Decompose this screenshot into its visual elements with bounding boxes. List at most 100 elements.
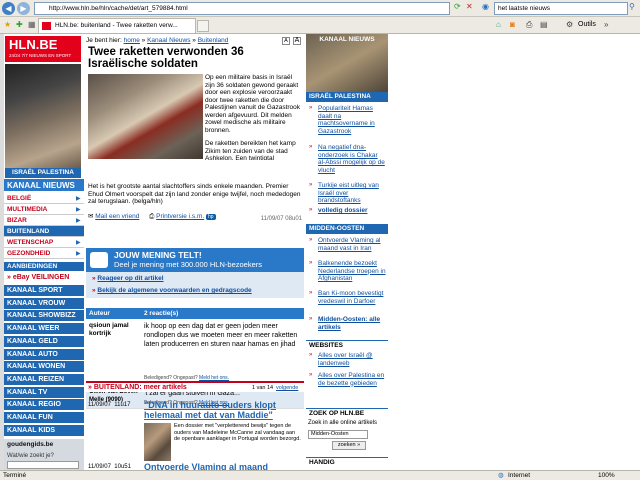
- tab-active[interactable]: HLN.be: buitenland - Twee raketten verw.…: [38, 18, 196, 33]
- zoek-select[interactable]: Midden-Oosten: [308, 430, 368, 439]
- article-para1: Op een militaire basis in Israël zijn 36…: [205, 74, 301, 134]
- mo-link-2[interactable]: Balkenende bezoekt Nederlandse troepen i…: [318, 260, 386, 283]
- item1-title[interactable]: "DNA in huurauto ouders klopt helemaal m…: [144, 400, 302, 420]
- mail-link[interactable]: Mail een vriend: [95, 213, 139, 220]
- breadcrumb-home[interactable]: home: [124, 37, 140, 44]
- font-smaller-button[interactable]: A: [282, 37, 290, 45]
- web-link-2[interactable]: Alles over Palestina en de bezette gebie…: [318, 372, 386, 387]
- chevron-right-icon[interactable]: »: [604, 20, 608, 30]
- section-2[interactable]: BIZAR: [4, 215, 84, 226]
- tab-list-icon[interactable]: ▦: [28, 20, 36, 30]
- web-link-1[interactable]: Alles over Israël @ landenweb: [318, 352, 386, 367]
- wat-label: Wat/wie zoekt je?: [7, 453, 54, 459]
- browser-window: ◀ ▶ http://www.hln.be/hln/cache/det/art_…: [0, 0, 640, 480]
- terms-link[interactable]: » Bekijk de algemene voorwaarden en gedr…: [92, 287, 252, 294]
- section-1[interactable]: MULTIMEDIA: [4, 204, 84, 215]
- item1-photo[interactable]: [144, 423, 171, 461]
- terms-link-text[interactable]: Bekijk de algemene voorwaarden en gedrag…: [97, 287, 251, 294]
- section-4[interactable]: WETENSCHAP: [4, 237, 84, 248]
- print-link[interactable]: Printversie i.s.m.: [156, 213, 204, 220]
- opinion-title: JOUW MENING TELT!: [114, 250, 202, 260]
- kanaal-11[interactable]: KANAAL KIDS: [4, 424, 84, 437]
- hp-logo: hp: [206, 214, 216, 220]
- kanaal-4[interactable]: KANAAL GELD: [4, 335, 84, 348]
- israel-header: ISRAËL PALESTINA: [306, 92, 388, 102]
- status-text: Terminé: [3, 472, 27, 479]
- back-icon[interactable]: ◀: [2, 2, 15, 15]
- tools-icon[interactable]: ⚙: [566, 20, 573, 30]
- favorites-star-icon[interactable]: ★: [4, 20, 11, 30]
- zoek-button[interactable]: zoeken »: [332, 441, 366, 450]
- mo-all-link[interactable]: Midden-Oosten: alle artikels: [318, 316, 386, 331]
- url-field[interactable]: http://www.hln.be/hln/cache/det/art_5798…: [34, 2, 450, 15]
- forward-icon[interactable]: ▶: [17, 2, 30, 15]
- breadcrumb-buitenland[interactable]: Buitenland: [198, 37, 229, 44]
- article-date: 11/09/07 08u01: [260, 216, 302, 222]
- section-5[interactable]: GEZONDHEID: [4, 248, 84, 259]
- next-link[interactable]: volgende: [276, 385, 298, 391]
- print-icon[interactable]: ⎙: [526, 20, 532, 30]
- kanaal-5[interactable]: KANAAL AUTO: [4, 348, 84, 361]
- kanaal-nieuws-nav[interactable]: KANAAL NIEUWS: [4, 179, 84, 192]
- right-column: KANAAL NIEUWS ISRAËL PALESTINA » Popular…: [306, 34, 388, 470]
- opinion-subtitle: Deel je mening met 300.000 HLN-bezoekers: [114, 260, 262, 269]
- goudengids-logo[interactable]: goudengids.be: [7, 441, 53, 448]
- opinion-box: JOUW MENING TELT! Deel je mening met 300…: [86, 248, 304, 298]
- item1-date-text: 11/09/07: [88, 402, 111, 408]
- refresh-icon[interactable]: ⟳: [454, 2, 461, 12]
- ebay-link[interactable]: » eBay VEILINGEN: [4, 272, 84, 284]
- photo-caption[interactable]: ISRAËL PALESTINA: [5, 168, 81, 178]
- hln-logo[interactable]: HLN.BE 24/24 7/7 NIEUWS EN SPORT: [5, 36, 81, 62]
- search-icon[interactable]: ⚲: [629, 2, 635, 12]
- israel-link-1[interactable]: Populariteit Hamas daalt na machtsoverna…: [318, 105, 386, 135]
- left-navigation: HLN.BE 24/24 7/7 NIEUWS EN SPORT ISRAËL …: [4, 34, 84, 470]
- kanaal-3[interactable]: KANAAL WEER: [4, 323, 84, 336]
- more-articles-bar: » BUITENLAND: meer artikels 1 van 14 vol…: [86, 381, 304, 392]
- bullet-icon: »: [309, 144, 313, 150]
- section-3[interactable]: BUITENLAND: [4, 226, 84, 237]
- breadcrumb-kanaal[interactable]: Kanaal Nieuws: [147, 37, 190, 44]
- kanaal-10[interactable]: KANAAL FUN: [4, 412, 84, 424]
- mo-link-1[interactable]: Ontvoerde Vlaming al maand vast in Iran: [318, 237, 386, 252]
- kanaal-6[interactable]: KANAAL WONEN: [4, 361, 84, 374]
- comments-header: Auteur 2 reactie(s): [86, 308, 304, 319]
- article-photo: [88, 74, 203, 159]
- israel-palestina-photo[interactable]: [5, 64, 81, 168]
- zoom-text[interactable]: 100%: [598, 471, 615, 480]
- bullet-icon: »: [309, 182, 313, 188]
- right-kanaal-nieuws[interactable]: KANAAL NIEUWS: [306, 36, 388, 43]
- tools-menu[interactable]: Outils: [578, 20, 596, 30]
- add-favorites-icon[interactable]: ✚: [16, 20, 23, 30]
- kanaal-0[interactable]: KANAAL SPORT: [4, 285, 84, 297]
- israel-dossier-link[interactable]: volledig dossier: [318, 207, 386, 215]
- kanaal-2[interactable]: KANAAL SHOWBIZZ: [4, 310, 84, 323]
- col-count: 2 reactie(s): [144, 310, 179, 317]
- home-icon[interactable]: ⌂: [496, 20, 501, 30]
- more-articles-header[interactable]: » BUITENLAND: meer artikels: [88, 384, 187, 391]
- react-link-text[interactable]: Reageer op dit artikel: [97, 275, 163, 282]
- kanaal-9[interactable]: KANAAL REGIO: [4, 399, 84, 412]
- page-icon[interactable]: ▤: [540, 20, 548, 30]
- israel-link-2[interactable]: Na negatief dna-onderzoek is Chakar al-A…: [318, 144, 386, 174]
- stop-icon[interactable]: ✕: [466, 2, 473, 12]
- mo-header: MIDDEN-OOSTEN: [306, 224, 388, 234]
- font-larger-button[interactable]: A: [293, 37, 301, 45]
- kanaal-1[interactable]: KANAAL VROUW: [4, 297, 84, 310]
- aanbiedingen-header: AANBIEDINGEN: [4, 262, 84, 272]
- new-tab-button[interactable]: [197, 20, 209, 32]
- bullet-icon: »: [309, 237, 313, 243]
- section-0[interactable]: BELGIË: [4, 193, 84, 204]
- kanaal-7[interactable]: KANAAL REIZEN: [4, 373, 84, 386]
- feeds-icon[interactable]: ◙: [510, 20, 515, 30]
- article-column: Je bent hier: home » Kanaal Nieuws » Bui…: [86, 34, 304, 472]
- wat-input[interactable]: [7, 461, 79, 469]
- react-link[interactable]: » Reageer op dit artikel: [92, 275, 164, 282]
- kanaal-8[interactable]: KANAAL TV: [4, 386, 84, 399]
- logo-subtitle: 24/24 7/7 NIEUWS EN SPORT: [9, 53, 72, 58]
- search-input[interactable]: het laatste nieuws: [494, 2, 628, 15]
- tab-toolbar: ★ ✚ ▦ HLN.be: buitenland - Twee raketten…: [0, 17, 640, 34]
- tab-title: HLN.be: buitenland - Twee raketten verw.…: [55, 22, 178, 29]
- israel-link-3[interactable]: Turkije eist uitleg van Israël over bran…: [318, 182, 386, 205]
- mo-link-3[interactable]: Ban Ki-moon bevestigt vredeswil in Darfo…: [318, 290, 386, 305]
- arrow-right-icon: ▶: [76, 207, 81, 213]
